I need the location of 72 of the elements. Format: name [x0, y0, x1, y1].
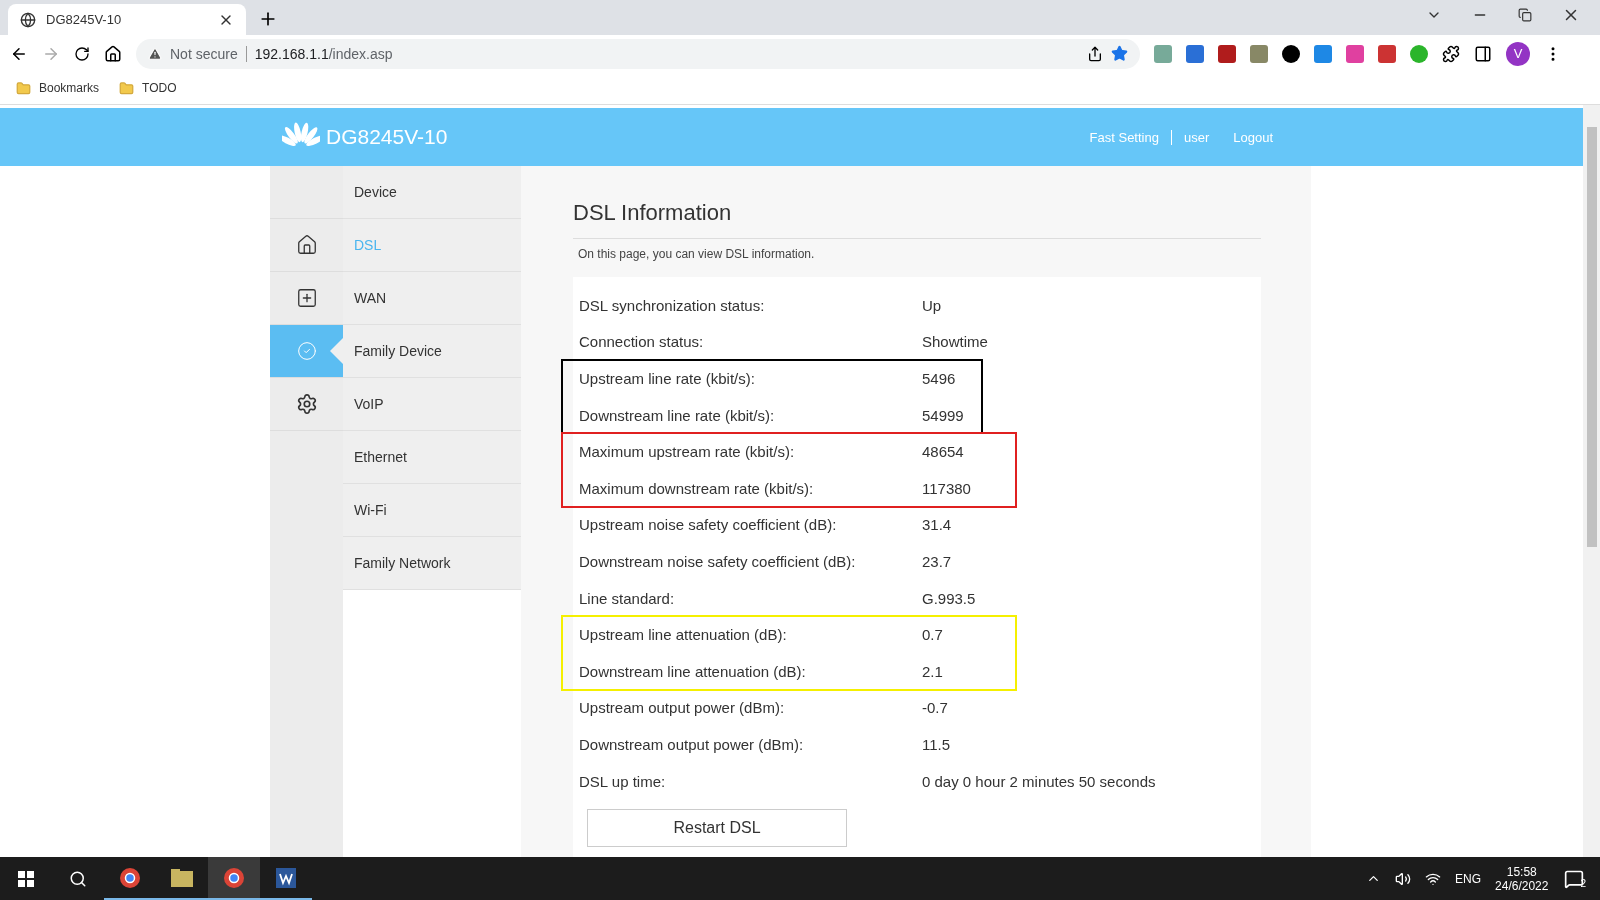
plus-box-icon	[295, 287, 318, 309]
row-value: 31.4	[922, 516, 952, 534]
menu-item[interactable]: Family Device	[343, 325, 521, 378]
row-value: Showtime	[922, 333, 988, 351]
row-label: DSL synchronization status:	[579, 296, 766, 314]
row-label: Upstream line attenuation (dB):	[579, 626, 788, 644]
row-value: 2.1	[922, 662, 943, 680]
menu-item[interactable]: Family Network	[343, 537, 521, 590]
restart-button[interactable]: Restart DSL	[587, 809, 847, 848]
page-title: DSL Information	[573, 186, 1261, 239]
row-value: G.993.5	[922, 589, 976, 607]
row-label: Maximum upstream rate (kbit/s):	[579, 443, 796, 461]
address-bar[interactable]: Not secure 192.168.1.1/index.asp	[136, 38, 1140, 69]
row-value: -0.7	[922, 699, 948, 717]
home-icon[interactable]	[104, 44, 122, 63]
search-icon	[69, 869, 87, 888]
row-value: 0.7	[922, 626, 943, 644]
browser-icon	[119, 866, 141, 889]
bookmark[interactable]: Bookmarks	[16, 80, 100, 96]
row-value: 48654	[922, 443, 964, 461]
menu-item[interactable]: VoIP	[343, 378, 521, 431]
home-icon	[295, 234, 318, 256]
windows-icon	[18, 870, 34, 887]
folder-icon	[16, 80, 31, 96]
row-value: 0 day 0 hour 2 minutes 50 seconds	[922, 772, 1156, 790]
menu-item[interactable]: WAN	[343, 272, 521, 325]
row-label: Upstream line rate (kbit/s):	[579, 370, 756, 387]
menu-item[interactable]: Ethernet	[343, 431, 521, 484]
message-icon	[1564, 868, 1585, 889]
volume-icon[interactable]	[1395, 870, 1412, 887]
row-value: 11.5	[922, 735, 951, 753]
row-label: Downstream output power (dBm):	[579, 735, 805, 753]
page-description: On this page, you can view DSL information.	[578, 247, 816, 261]
share-icon[interactable]	[1087, 45, 1103, 62]
side-panel-icon[interactable]	[1474, 44, 1492, 63]
star-icon[interactable]	[1111, 45, 1128, 62]
browser-tab[interactable]: DG8245V-10	[8, 4, 246, 35]
bookmark[interactable]: TODO	[119, 80, 177, 96]
row-value: Up	[922, 296, 942, 314]
settings-icon	[295, 393, 318, 415]
row-label: Downstream line attenuation (dB):	[579, 662, 807, 680]
row-label: DSL up time:	[579, 772, 667, 790]
folder-icon	[171, 868, 193, 887]
row-label: Upstream output power (dBm):	[579, 699, 786, 717]
row-value: 23.7	[922, 552, 952, 570]
browser-icon	[223, 866, 245, 889]
row-value: 5496	[922, 370, 956, 387]
clock[interactable]: 15:58 24/6/2022	[1495, 864, 1549, 893]
document-w-icon	[275, 866, 297, 889]
language-indicator[interactable]: ENG	[1455, 871, 1482, 886]
row-label: Line standard:	[579, 589, 676, 607]
warning-icon	[148, 46, 162, 61]
row-label: Maximum downstream rate (kbit/s):	[579, 479, 815, 497]
check-circle-icon	[296, 341, 317, 361]
row-label: Upstream noise safety coefficient (dB):	[579, 516, 838, 534]
globe-icon	[20, 11, 36, 28]
extension-icon[interactable]	[1282, 44, 1300, 63]
row-label: Connection status:	[579, 333, 705, 351]
row-value: 54999	[922, 406, 964, 424]
puzzle-icon[interactable]	[1442, 44, 1460, 63]
taskbar-app[interactable]	[208, 857, 260, 900]
menu-item[interactable]: Wi-Fi	[343, 484, 521, 537]
folder-icon	[119, 80, 135, 96]
row-label: Downstream line rate (kbit/s):	[579, 406, 776, 424]
row-value: 117380	[922, 479, 971, 497]
menu-item[interactable]: Device	[343, 166, 521, 219]
row-label: Downstream noise safety coefficient (dB):	[579, 552, 857, 570]
reload-icon[interactable]	[74, 45, 90, 62]
profile-avatar[interactable]: V	[1506, 41, 1530, 66]
restore-icon[interactable]	[1518, 7, 1532, 22]
router-model-title: DG8245V-10	[326, 125, 448, 149]
extension-icon[interactable]	[1218, 44, 1236, 63]
